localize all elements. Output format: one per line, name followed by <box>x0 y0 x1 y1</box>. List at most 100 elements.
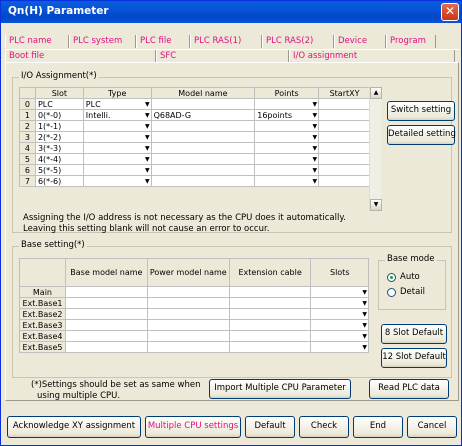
io-start-cell[interactable] <box>318 164 371 176</box>
extension-cable-cell[interactable] <box>228 286 312 298</box>
tab-device[interactable]: Device <box>334 35 386 48</box>
slots-select[interactable]: ▼ <box>310 319 369 331</box>
dropdown-arrow-icon[interactable]: ▼ <box>362 289 367 296</box>
close-button[interactable]: ✕ <box>441 3 459 21</box>
base-model-cell[interactable] <box>64 297 148 309</box>
slots-select[interactable]: ▼ <box>310 341 369 353</box>
io-type-select[interactable]: ▼ <box>82 175 152 187</box>
dropdown-arrow-icon[interactable]: ▼ <box>312 123 317 130</box>
dropdown-arrow-icon[interactable]: ▼ <box>145 156 150 163</box>
io-points-select[interactable]: ▼ <box>254 164 320 176</box>
io-type-select[interactable]: PLC ▼ <box>82 98 152 110</box>
io-model-cell[interactable] <box>150 164 256 176</box>
base-model-cell[interactable] <box>64 308 148 320</box>
io-type-select[interactable]: ▼ <box>82 131 152 143</box>
acknowledge-xy-button[interactable]: Acknowledge XY assignment <box>7 416 141 438</box>
tab-io-assignment[interactable]: I/O assignment <box>289 50 455 62</box>
scroll-up-icon[interactable]: ▲ <box>370 87 382 99</box>
io-points-select[interactable]: ▼ <box>254 175 320 187</box>
default-button[interactable]: Default <box>245 416 295 438</box>
tab-plc-system[interactable]: PLC system <box>69 35 136 48</box>
extension-cable-cell[interactable] <box>228 308 312 320</box>
switch-setting-button[interactable]: Switch setting <box>387 101 455 121</box>
dropdown-arrow-icon[interactable]: ▼ <box>362 311 367 318</box>
io-table-scrollbar[interactable]: ▲ ▼ <box>369 87 382 211</box>
io-start-cell[interactable] <box>318 109 371 121</box>
io-model-cell[interactable] <box>150 98 256 110</box>
io-type-select[interactable]: ▼ <box>82 153 152 165</box>
dropdown-arrow-icon[interactable]: ▼ <box>362 333 367 340</box>
dropdown-arrow-icon[interactable]: ▼ <box>312 156 317 163</box>
tab-boot-file[interactable]: Boot file <box>5 50 156 62</box>
dropdown-arrow-icon[interactable]: ▼ <box>312 101 317 108</box>
slot12-default-button[interactable]: 12 Slot Default <box>381 348 447 368</box>
tab-plc-ras2[interactable]: PLC RAS(2) <box>262 35 334 48</box>
multiple-cpu-settings-button[interactable]: Multiple CPU settings <box>145 416 241 438</box>
base-model-cell[interactable] <box>64 319 148 331</box>
slots-select[interactable]: ▼ <box>310 286 369 298</box>
scroll-down-icon[interactable]: ▼ <box>370 199 382 211</box>
io-model-cell[interactable] <box>150 131 256 143</box>
power-model-cell[interactable] <box>146 341 230 353</box>
io-points-select[interactable]: ▼ <box>254 142 320 154</box>
dropdown-arrow-icon[interactable]: ▼ <box>145 101 150 108</box>
io-model-cell[interactable] <box>150 120 256 132</box>
dropdown-arrow-icon[interactable]: ▼ <box>362 344 367 351</box>
dropdown-arrow-icon[interactable]: ▼ <box>312 145 317 152</box>
base-model-cell[interactable] <box>64 341 148 353</box>
base-model-cell[interactable] <box>64 286 148 298</box>
io-type-select[interactable]: ▼ <box>82 142 152 154</box>
tab-sfc[interactable]: SFC <box>156 50 289 62</box>
slots-select[interactable]: ▼ <box>310 297 369 309</box>
tab-plc-name[interactable]: PLC name <box>5 35 69 48</box>
power-model-cell[interactable] <box>146 319 230 331</box>
title-bar[interactable]: Qn(H) Parameter ✕ <box>1 1 461 23</box>
dropdown-arrow-icon[interactable]: ▼ <box>145 178 150 185</box>
power-model-cell[interactable] <box>146 297 230 309</box>
io-start-cell[interactable] <box>318 175 371 187</box>
cancel-button[interactable]: Cancel <box>407 416 457 438</box>
io-start-cell[interactable] <box>318 153 371 165</box>
io-points-select[interactable]: ▼ <box>254 98 320 110</box>
detail-radio[interactable] <box>387 288 396 297</box>
io-start-cell[interactable] <box>318 142 371 154</box>
io-start-cell[interactable] <box>318 120 371 132</box>
auto-radio[interactable] <box>387 273 396 282</box>
io-points-select[interactable]: ▼ <box>254 120 320 132</box>
io-model-cell[interactable] <box>150 142 256 154</box>
io-type-select[interactable]: Intelli. ▼ <box>82 109 152 121</box>
dropdown-arrow-icon[interactable]: ▼ <box>312 134 317 141</box>
io-model-cell[interactable] <box>150 175 256 187</box>
dropdown-arrow-icon[interactable]: ▼ <box>312 112 317 119</box>
power-model-cell[interactable] <box>146 286 230 298</box>
slot8-default-button[interactable]: 8 Slot Default <box>381 324 447 344</box>
tab-plc-ras1[interactable]: PLC RAS(1) <box>190 35 262 48</box>
base-model-cell[interactable] <box>64 330 148 342</box>
slots-select[interactable]: ▼ <box>310 330 369 342</box>
dropdown-arrow-icon[interactable]: ▼ <box>362 300 367 307</box>
dropdown-arrow-icon[interactable]: ▼ <box>312 178 317 185</box>
dropdown-arrow-icon[interactable]: ▼ <box>145 134 150 141</box>
io-start-cell[interactable] <box>318 98 371 110</box>
tab-program[interactable]: Program <box>386 35 436 48</box>
dropdown-arrow-icon[interactable]: ▼ <box>145 112 150 119</box>
dropdown-arrow-icon[interactable]: ▼ <box>362 322 367 329</box>
io-model-cell[interactable] <box>150 153 256 165</box>
io-points-select[interactable]: ▼ <box>254 153 320 165</box>
slots-select[interactable]: ▼ <box>310 308 369 320</box>
io-type-select[interactable]: ▼ <box>82 120 152 132</box>
power-model-cell[interactable] <box>146 308 230 320</box>
check-button[interactable]: Check <box>299 416 349 438</box>
end-button[interactable]: End <box>353 416 403 438</box>
read-plc-data-button[interactable]: Read PLC data <box>369 379 449 399</box>
power-model-cell[interactable] <box>146 330 230 342</box>
extension-cable-cell[interactable] <box>228 319 312 331</box>
io-type-select[interactable]: ▼ <box>82 164 152 176</box>
dropdown-arrow-icon[interactable]: ▼ <box>145 167 150 174</box>
io-model-cell[interactable]: Q68AD-G <box>150 109 256 121</box>
dropdown-arrow-icon[interactable]: ▼ <box>312 167 317 174</box>
extension-cable-cell[interactable] <box>228 341 312 353</box>
extension-cable-cell[interactable] <box>228 330 312 342</box>
detailed-setting-button[interactable]: Detailed setting <box>387 125 456 145</box>
extension-cable-cell[interactable] <box>228 297 312 309</box>
